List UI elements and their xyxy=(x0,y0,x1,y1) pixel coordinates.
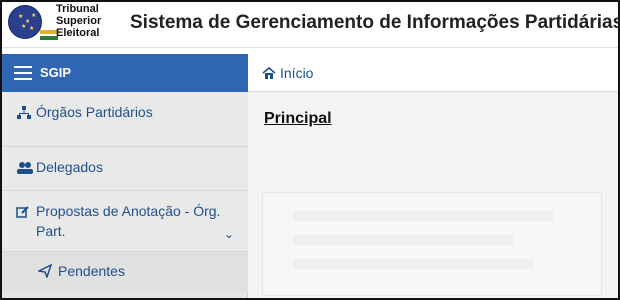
sidebar-subitem-pendentes[interactable]: Pendentes xyxy=(2,252,248,292)
sidebar-item-delegados[interactable]: Delegados xyxy=(2,147,248,191)
breadcrumb-bar: Início xyxy=(248,54,618,92)
sidebar-item-label: Delegados xyxy=(36,159,103,175)
page-title: Principal xyxy=(264,110,332,127)
sidebar-item-orgaos-partidarios[interactable]: Órgãos Partidários xyxy=(2,92,248,147)
chevron-down-icon[interactable]: ⌄ xyxy=(224,227,234,241)
hamburger-menu-icon[interactable] xyxy=(14,66,32,80)
brazil-emblem-icon: ★ ★ ★ ★ ★ xyxy=(8,4,42,39)
sidebar-item-label: Propostas de Anotação - Órg. Part. xyxy=(36,203,221,239)
home-icon[interactable] xyxy=(262,66,276,79)
sidebar-subitem-label: Pendentes xyxy=(58,263,125,279)
users-icon xyxy=(16,161,33,175)
sidebar: SGIP Órgãos Partidários Delegados Propos… xyxy=(2,54,248,298)
send-icon xyxy=(36,263,54,280)
breadcrumb-home-link[interactable]: Início xyxy=(280,65,313,81)
logo-line-1: Tribunal xyxy=(56,2,99,15)
sidebar-brand[interactable]: SGIP xyxy=(40,65,71,80)
sidebar-item-propostas-anotacao[interactable]: Propostas de Anotação - Órg. Part. ⌄ xyxy=(2,191,248,252)
edit-icon xyxy=(16,205,32,219)
sidebar-header: SGIP xyxy=(2,54,248,92)
top-header: ★ ★ ★ ★ ★ Tribunal Superior Eleitoral Si… xyxy=(2,2,620,48)
logo-text: Tribunal Superior Eleitoral xyxy=(56,3,120,39)
sitemap-icon xyxy=(16,106,32,120)
content-panel xyxy=(262,192,602,296)
main-content: Principal xyxy=(248,92,618,298)
tse-logo[interactable]: ★ ★ ★ ★ ★ Tribunal Superior Eleitoral xyxy=(2,3,122,47)
sidebar-item-label: Órgãos Partidários xyxy=(36,104,153,120)
logo-line-3: Eleitoral xyxy=(56,26,100,39)
logo-line-2: Superior xyxy=(56,14,102,27)
app-title: Sistema de Gerenciamento de Informações … xyxy=(130,12,620,33)
